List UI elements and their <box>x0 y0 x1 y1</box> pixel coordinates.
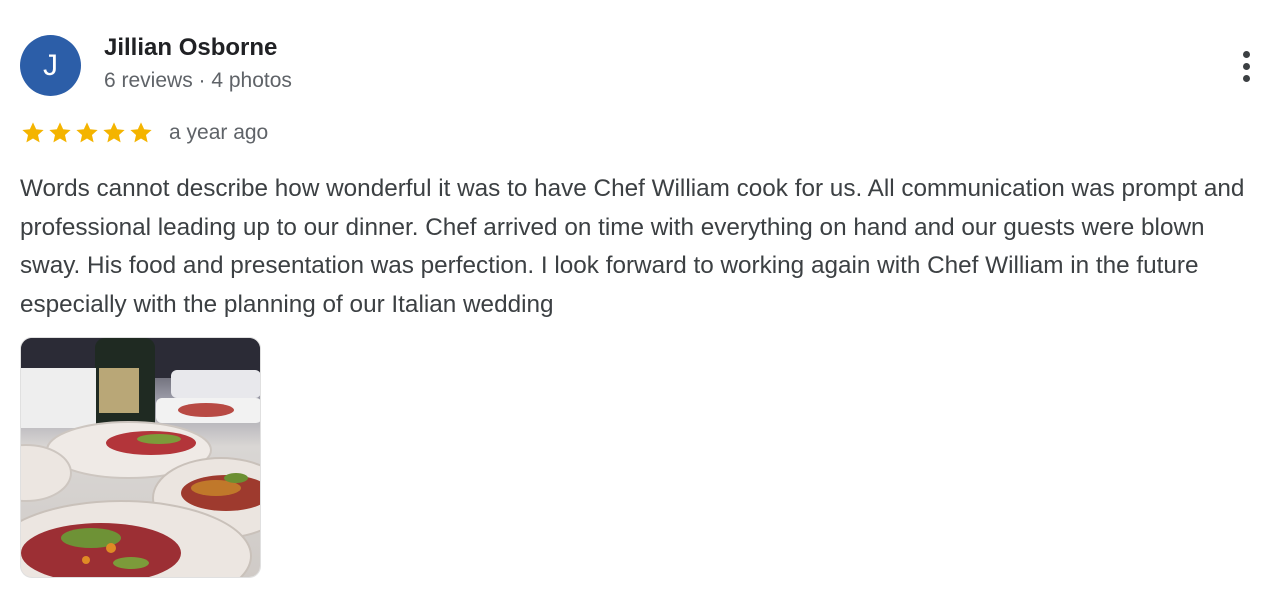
avatar[interactable]: J <box>20 35 81 96</box>
review-photo[interactable] <box>20 337 261 578</box>
star-icon <box>103 122 125 143</box>
review-text: Words cannot describe how wonderful it w… <box>20 175 1245 318</box>
more-vert-icon-dot <box>1242 74 1250 82</box>
star-icon <box>49 122 71 143</box>
reviewer-meta[interactable]: 6 reviews · 4 photos <box>104 69 292 93</box>
reviewer-name[interactable]: Jillian Osborne <box>104 34 277 62</box>
food-photo-image <box>21 338 260 577</box>
more-vert-icon-dot <box>1242 62 1250 70</box>
more-vert-icon <box>1242 50 1250 58</box>
rating-row: a year ago <box>20 118 268 148</box>
star-icon <box>22 122 44 143</box>
review-date: a year ago <box>169 121 269 144</box>
review-card: J Jillian Osborne 6 reviews · 4 photos a… <box>0 0 1280 597</box>
more-options-button[interactable] <box>1230 46 1262 86</box>
star-icon <box>76 122 98 143</box>
star-rating <box>20 120 154 146</box>
star-icon <box>130 122 152 143</box>
avatar-initial: J <box>43 48 58 82</box>
